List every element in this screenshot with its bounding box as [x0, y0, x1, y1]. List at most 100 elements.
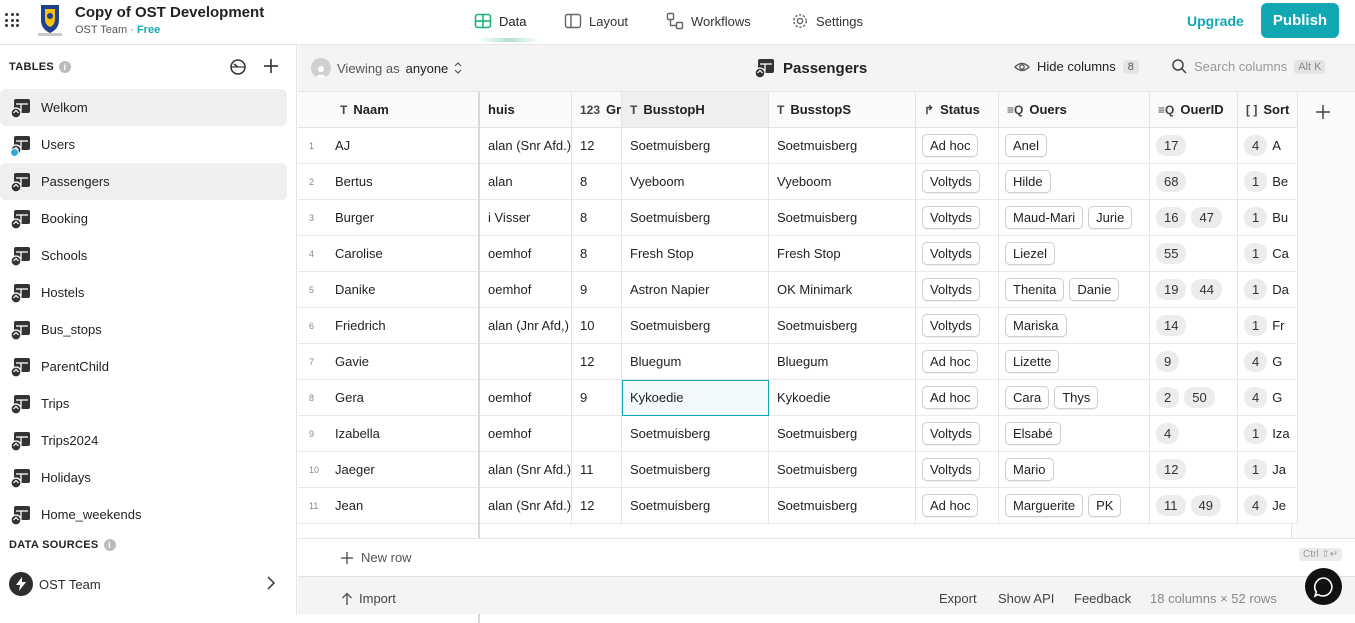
cell-busstops[interactable]: OK Minimark: [769, 272, 916, 308]
cell-ouers[interactable]: Thenita Danie: [999, 272, 1150, 308]
cell-status[interactable]: Voltyds: [916, 452, 999, 488]
viewing-as-selector[interactable]: Viewing as anyone: [311, 58, 462, 78]
cell-graad[interactable]: 12: [572, 488, 622, 524]
cell-naam[interactable]: 7 Gavie: [298, 344, 480, 380]
hide-columns-button[interactable]: Hide columns 8: [1014, 59, 1139, 74]
column-header-huis[interactable]: huis: [480, 92, 572, 128]
sidebar-item-trips[interactable]: Trips: [0, 385, 287, 422]
cell-huis[interactable]: oemhof: [480, 272, 572, 308]
sidebar-item-passengers[interactable]: Passengers: [0, 163, 287, 200]
column-header-naam[interactable]: T Naam: [298, 92, 480, 128]
cell-ouers[interactable]: Elsabé: [999, 416, 1150, 452]
cell-ouerid[interactable]: 19 44: [1150, 272, 1238, 308]
cell-huis[interactable]: oemhof: [480, 380, 572, 416]
cell-ouers[interactable]: Cara Thys: [999, 380, 1150, 416]
cell-ouers[interactable]: Mario: [999, 452, 1150, 488]
column-header-busstops[interactable]: T BusstopS: [769, 92, 916, 128]
cell-busstops[interactable]: Soetmuisberg: [769, 308, 916, 344]
cell-naam[interactable]: 9 Izabella: [298, 416, 480, 452]
cell-naam[interactable]: 2 Bertus: [298, 164, 480, 200]
cell-graad[interactable]: 10: [572, 308, 622, 344]
cell-busstoph[interactable]: Soetmuisberg: [622, 452, 769, 488]
import-button[interactable]: Import: [341, 591, 396, 606]
cell-sort[interactable]: 1 Fr: [1238, 308, 1298, 344]
sidebar-item-welkom[interactable]: Welkom: [0, 89, 287, 126]
cell-huis[interactable]: alan (Snr Afd.): [480, 488, 572, 524]
cell-naam[interactable]: 8 Gera: [298, 380, 480, 416]
cell-busstoph[interactable]: Astron Napier: [622, 272, 769, 308]
cell-ouers[interactable]: Lizette: [999, 344, 1150, 380]
feedback-button[interactable]: Feedback: [1074, 591, 1131, 606]
cell-graad[interactable]: 8: [572, 164, 622, 200]
cell-ouers[interactable]: Maud-Mari Jurie: [999, 200, 1150, 236]
column-header-status[interactable]: ↱ Status: [916, 92, 999, 128]
sidebar-item-holidays[interactable]: Holidays: [0, 459, 287, 496]
info-icon[interactable]: i: [58, 61, 71, 73]
cell-graad[interactable]: 8: [572, 200, 622, 236]
info-icon[interactable]: i: [103, 539, 116, 551]
cell-busstops[interactable]: Soetmuisberg: [769, 452, 916, 488]
cell-busstoph[interactable]: Soetmuisberg: [622, 416, 769, 452]
cell-huis[interactable]: alan (Jnr Afd,): [480, 308, 572, 344]
sidebar-item-parentchild[interactable]: ParentChild: [0, 348, 287, 385]
column-header-sort[interactable]: [ ] Sort: [1238, 92, 1298, 128]
cell-busstops[interactable]: Soetmuisberg: [769, 128, 916, 164]
cell-huis[interactable]: alan (Snr Afd.): [480, 128, 572, 164]
show-api-button[interactable]: Show API: [998, 591, 1054, 606]
cell-ouers[interactable]: Marguerite PK: [999, 488, 1150, 524]
column-header-busstoph[interactable]: T BusstopH: [622, 92, 769, 128]
cell-status[interactable]: Voltyds: [916, 272, 999, 308]
cell-status[interactable]: Ad hoc: [916, 128, 999, 164]
cell-ouers[interactable]: Liezel: [999, 236, 1150, 272]
upgrade-link[interactable]: Upgrade: [1187, 13, 1244, 29]
cell-sort[interactable]: 1 Iza: [1238, 416, 1298, 452]
cell-status[interactable]: Voltyds: [916, 164, 999, 200]
cell-busstops[interactable]: Soetmuisberg: [769, 200, 916, 236]
cell-ouers[interactable]: Mariska: [999, 308, 1150, 344]
cell-sort[interactable]: 1 Be: [1238, 164, 1298, 200]
cell-huis[interactable]: oemhof: [480, 416, 572, 452]
cell-busstops[interactable]: Vyeboom: [769, 164, 916, 200]
cell-sort[interactable]: 1 Ca: [1238, 236, 1298, 272]
cell-ouers[interactable]: Hilde: [999, 164, 1150, 200]
column-header-ouerid[interactable]: ≡Q OuerID: [1150, 92, 1238, 128]
column-header-graad[interactable]: 123 Gra: [572, 92, 622, 128]
cell-busstoph[interactable]: Bluegum: [622, 344, 769, 380]
nav-data-tab[interactable]: Data: [474, 12, 526, 30]
cell-busstops[interactable]: Kykoedie: [769, 380, 916, 416]
cell-huis[interactable]: [480, 344, 572, 380]
chevron-right-icon[interactable]: [264, 576, 278, 590]
cell-busstoph[interactable]: Soetmuisberg: [622, 308, 769, 344]
cell-naam[interactable]: 3 Burger: [298, 200, 480, 236]
cell-status[interactable]: Ad hoc: [916, 488, 999, 524]
sidebar-item-schools[interactable]: Schools: [0, 237, 287, 274]
cell-busstoph[interactable]: Vyeboom: [622, 164, 769, 200]
nav-workflows-tab[interactable]: Workflows: [666, 12, 751, 30]
sidebar-item-users[interactable]: Users: [0, 126, 287, 163]
cell-ouerid[interactable]: 4: [1150, 416, 1238, 452]
cell-huis[interactable]: alan (Snr Afd.): [480, 452, 572, 488]
cell-ouerid[interactable]: 16 47: [1150, 200, 1238, 236]
cell-busstoph[interactable]: Soetmuisberg: [622, 128, 769, 164]
cell-busstops[interactable]: Soetmuisberg: [769, 416, 916, 452]
cell-huis[interactable]: oemhof: [480, 236, 572, 272]
cell-busstoph[interactable]: Soetmuisberg: [622, 200, 769, 236]
cell-sort[interactable]: 4G: [1238, 344, 1298, 380]
add-column-icon[interactable]: [1314, 103, 1332, 121]
publish-button[interactable]: Publish: [1261, 3, 1339, 38]
timer-icon[interactable]: [228, 56, 248, 76]
cell-naam[interactable]: 1 AJ: [298, 128, 480, 164]
cell-busstoph[interactable]: Soetmuisberg: [622, 488, 769, 524]
cell-busstoph[interactable]: Fresh Stop: [622, 236, 769, 272]
sidebar-item-home-weekends[interactable]: Home_weekends: [0, 496, 287, 533]
cell-busstops[interactable]: Soetmuisberg: [769, 488, 916, 524]
cell-ouerid[interactable]: 9: [1150, 344, 1238, 380]
cell-ouerid[interactable]: 68: [1150, 164, 1238, 200]
add-table-icon[interactable]: [261, 56, 281, 76]
cell-naam[interactable]: 11 Jean: [298, 488, 480, 524]
cell-graad[interactable]: [572, 416, 622, 452]
cell-sort[interactable]: 4 Je: [1238, 488, 1298, 524]
cell-naam[interactable]: 4 Carolise: [298, 236, 480, 272]
cell-busstops[interactable]: Bluegum: [769, 344, 916, 380]
chat-button[interactable]: [1305, 568, 1342, 605]
